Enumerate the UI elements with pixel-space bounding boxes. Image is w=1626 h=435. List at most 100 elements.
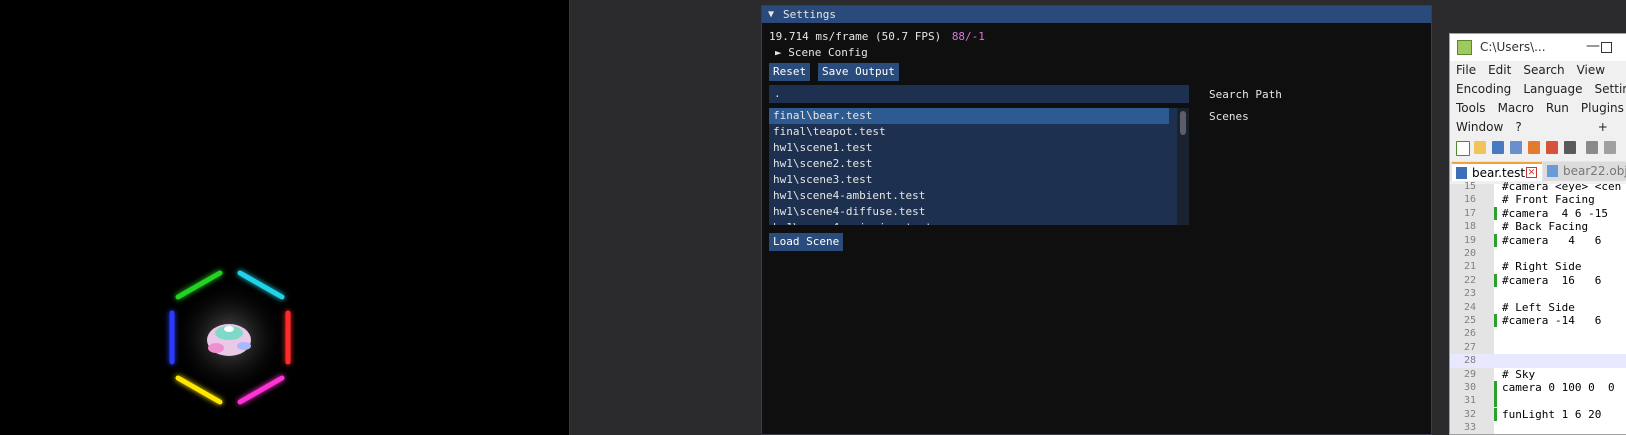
scene-list-item[interactable]: hw1\scene4-ambient.test (769, 188, 1169, 204)
save-all-icon[interactable] (1510, 141, 1522, 154)
menu-item[interactable]: Settings (1595, 80, 1626, 99)
menu-item[interactable]: Search (1523, 61, 1564, 80)
scene-list-item[interactable]: hw1\scene3.test (769, 172, 1169, 188)
line-number: 23 (1463, 288, 1476, 300)
line-number: 22 (1463, 274, 1476, 286)
scene-list-item[interactable]: hw1\scene4-emission.test (769, 220, 1169, 225)
search-path-input[interactable]: . (769, 85, 1189, 103)
code-text: # Front Facing (1502, 193, 1595, 207)
frame-counter: 88/-1 (951, 30, 985, 43)
line-number: 26 (1463, 328, 1476, 340)
code-line: 28 (1450, 354, 1626, 368)
line-number: 25 (1463, 315, 1476, 326)
menu-item[interactable]: View (1577, 61, 1605, 80)
menu-item[interactable]: File (1456, 61, 1476, 80)
collapse-triangle-icon[interactable]: ▼ (768, 9, 774, 20)
npp-window-title: C:\Users\... (1480, 40, 1546, 54)
frame-time-text: 19.714 ms/frame (50.7 FPS) (769, 30, 942, 43)
scenes-scrollbar[interactable] (1177, 108, 1189, 225)
cut-icon[interactable] (1586, 141, 1598, 154)
settings-title: Settings (783, 8, 837, 21)
maximize-icon[interactable] (1601, 42, 1612, 53)
scene-list-item[interactable]: final\teapot.test (769, 124, 1169, 140)
line-number: 24 (1463, 301, 1476, 313)
code-line: 26 (1450, 327, 1626, 340)
code-line: 20 (1450, 247, 1626, 260)
npp-titlebar[interactable]: C:\Users\... — (1450, 34, 1626, 61)
notepad-plus-plus-window: C:\Users\... — File Edit Search View Encodin… (1449, 33, 1626, 435)
menu-item[interactable]: Edit (1488, 61, 1511, 80)
tab-bear22-obj[interactable]: bear22.obj (1543, 162, 1626, 181)
code-text: # Back Facing (1502, 220, 1589, 234)
line-number: 16 (1463, 194, 1476, 206)
code-text: #camera 16 6 (1502, 273, 1602, 287)
line-number: 29 (1463, 368, 1476, 380)
menu-row: File Edit Search View (1450, 61, 1626, 80)
settings-titlebar[interactable]: ▼ Settings (762, 6, 1431, 23)
close-file-icon[interactable] (1528, 141, 1540, 154)
menu-item[interactable]: Tools (1456, 99, 1486, 118)
save-icon (1547, 165, 1558, 177)
line-number: 32 (1463, 408, 1476, 420)
save-output-button[interactable]: Save Output (818, 63, 899, 81)
close-all-icon[interactable] (1546, 141, 1558, 154)
save-icon[interactable] (1492, 141, 1504, 154)
code-text: camera 0 100 0 0 (1502, 381, 1615, 394)
line-number: 33 (1463, 422, 1476, 434)
menu-item[interactable]: Plugins (1581, 99, 1624, 118)
scenes-label: Scenes (1209, 110, 1249, 123)
change-marker (1494, 381, 1497, 394)
scene-list-item[interactable]: hw1\scene4-diffuse.test (769, 204, 1169, 220)
reset-button[interactable]: Reset (769, 63, 811, 81)
code-line: 16 # Front Facing (1450, 193, 1626, 206)
settings-window: ▼ Settings 19.714 ms/frame (50.7 FPS) 88… (761, 5, 1432, 435)
menu-item[interactable]: Encoding (1456, 80, 1511, 99)
code-line: 32 funLight 1 6 20 (1450, 407, 1626, 421)
npp-toolbar (1450, 137, 1626, 159)
code-text: #camera 4 6 (1502, 233, 1602, 247)
print-icon[interactable] (1564, 141, 1576, 154)
viewport-divider (569, 0, 570, 435)
line-number: 30 (1463, 382, 1476, 393)
change-marker (1494, 394, 1497, 408)
minimize-icon[interactable]: — (1586, 38, 1600, 54)
menu-item[interactable]: ? (1515, 118, 1521, 137)
scenes-scroll-thumb[interactable] (1180, 111, 1186, 135)
tab-label: bear22.obj (1563, 164, 1626, 178)
menu-item[interactable]: Window (1456, 118, 1503, 137)
npp-editor[interactable]: 15 #camera <eye> <cen 16 # Front Facing 17 #c… (1450, 180, 1626, 434)
code-text: #camera <eye> <cen (1502, 180, 1622, 193)
code-line: 22 #camera 16 6 (1450, 273, 1626, 287)
line-number: 17 (1463, 207, 1476, 219)
fps-readout: 19.714 ms/frame (50.7 FPS) 88/-1 (769, 30, 985, 43)
line-number: 20 (1463, 248, 1476, 259)
menu-item[interactable]: Macro (1498, 99, 1534, 118)
menu-item[interactable]: Language (1523, 80, 1582, 99)
code-line: 27 (1450, 341, 1626, 354)
menu-row: Encoding Language Settings (1450, 80, 1626, 99)
scene-config-tree-node[interactable]: ► Scene Config (775, 46, 868, 59)
line-number: 27 (1463, 341, 1476, 353)
close-icon[interactable]: ✕ (1526, 167, 1537, 178)
render-viewport[interactable] (0, 0, 569, 435)
scene-list-item[interactable]: final\bear.test (769, 108, 1169, 124)
scene-list-item[interactable]: hw1\scene2.test (769, 156, 1169, 172)
code-text: # Left Side (1502, 300, 1575, 314)
open-file-icon[interactable] (1474, 141, 1486, 154)
rendered-scene (169, 270, 291, 405)
change-marker (1494, 206, 1497, 220)
scenes-listbox[interactable]: final\bear.test final\teapot.test hw1\scen… (769, 108, 1189, 225)
code-line: 23 (1450, 287, 1626, 300)
new-file-icon[interactable] (1456, 141, 1470, 156)
code-text: #camera -14 6 (1502, 314, 1602, 327)
notepad-app-icon (1457, 40, 1472, 55)
code-line: 29 # Sky (1450, 368, 1626, 381)
code-text: funLight 1 6 20 (1502, 407, 1602, 421)
scene-list-item[interactable]: hw1\scene1.test (769, 140, 1169, 156)
copy-icon[interactable] (1604, 141, 1616, 154)
code-line: 17 #camera 4 6 -15 (1450, 206, 1626, 220)
menu-item[interactable]: + (1598, 118, 1608, 137)
menu-item[interactable]: Run (1546, 99, 1569, 118)
tab-bear-test[interactable]: bear.test ✕ (1452, 162, 1542, 181)
load-scene-button[interactable]: Load Scene (769, 233, 844, 251)
